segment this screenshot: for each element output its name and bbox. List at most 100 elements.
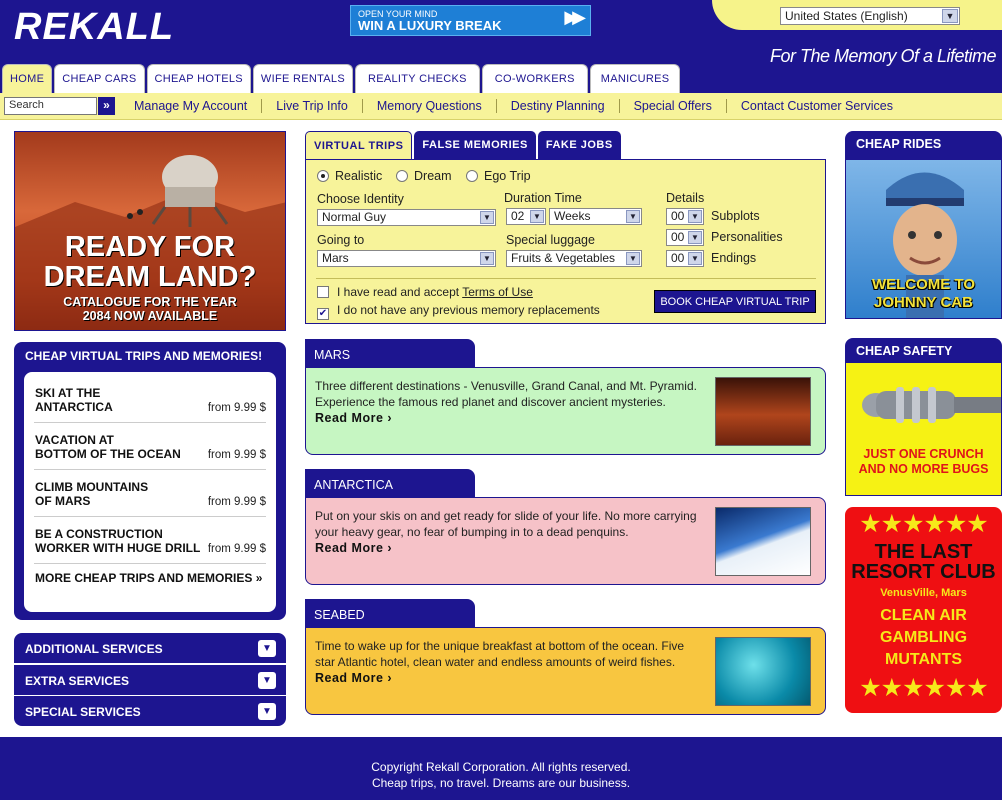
main-tabs: HOME CHEAP CARS CHEAP HOTELS WIFE RENTAL…	[2, 64, 681, 94]
search-input[interactable]: Search	[4, 97, 97, 115]
link-memory-questions[interactable]: Memory Questions	[361, 99, 496, 113]
cab-text-line1: WELCOME TO	[871, 276, 976, 293]
tab-false-memories[interactable]: FALSE MEMORIES	[414, 131, 536, 160]
resort-location: VenusVille, Mars	[880, 587, 967, 599]
resort-title-line2: RESORT CLUB	[851, 561, 996, 583]
mars-thumbnail-image[interactable]	[715, 377, 811, 446]
last-resort-club-ad[interactable]: ★★★★★★ THE LAST RESORT CLUB VenusVille, …	[845, 507, 1002, 713]
radio-ego-trip[interactable]: Ego Trip	[466, 169, 531, 183]
destination-tab-mars[interactable]: MARS	[305, 339, 475, 369]
tab-co-workers[interactable]: CO-WORKERS	[481, 64, 588, 93]
radio-dream[interactable]: Dream	[396, 169, 452, 183]
chevron-down-icon: ▼	[258, 672, 276, 689]
trip-price: from 9.99 $	[207, 402, 266, 414]
link-destiny-planning[interactable]: Destiny Planning	[495, 99, 619, 113]
choose-identity-label: Choose Identity	[317, 192, 404, 206]
destination-card-mars: Three different destinations - Venusvill…	[305, 367, 826, 455]
radio-realistic[interactable]: Realistic	[317, 169, 382, 183]
tab-manicures[interactable]: MANICURES	[589, 64, 681, 93]
johnny-cab-ad[interactable]: WELCOME TO JOHNNY CAB	[845, 159, 1002, 319]
terms-checkbox[interactable]: I have read and accept Terms of Use	[317, 285, 533, 299]
promo-banner[interactable]: OPEN YOUR MIND WIN A LUXURY BREAK ▶▶	[350, 5, 591, 36]
antarctica-thumbnail-image[interactable]	[715, 507, 811, 576]
luggage-select[interactable]: Fruits & Vegetables ▼	[506, 250, 642, 267]
extra-services-button[interactable]: EXTRA SERVICES ▼	[14, 665, 286, 695]
trip-price: from 9.99 $	[207, 543, 266, 555]
destination-tab-seabed[interactable]: SEABED	[305, 599, 475, 629]
radio-label: Ego Trip	[484, 169, 531, 183]
tab-fake-jobs[interactable]: FAKE JOBS	[537, 131, 621, 160]
no-previous-checkbox[interactable]: ✔ I do not have any previous memory repla…	[317, 303, 600, 320]
trip-list: SKI AT THE ANTARCTICA from 9.99 $ VACATIO…	[24, 372, 276, 612]
more-trips-label: MORE CHEAP TRIPS AND MEMORIES »	[35, 571, 263, 585]
special-services-button[interactable]: SPECIAL SERVICES ▼	[14, 696, 286, 726]
stars-row-top: ★★★★★★	[859, 510, 988, 538]
language-select[interactable]: United States (English) ▼	[780, 7, 960, 25]
duration-number-select[interactable]: 02 ▼	[506, 208, 546, 225]
going-to-label: Going to	[317, 233, 365, 247]
list-item[interactable]: CLIMB MOUNTAINS OF MARS from 9.99 $	[34, 470, 266, 517]
more-trips-link[interactable]: MORE CHEAP TRIPS AND MEMORIES »	[34, 564, 266, 611]
endings-value: 00	[671, 251, 685, 265]
trip-name-line2: BOTTOM OF THE OCEAN	[35, 447, 181, 461]
trip-price: from 9.99 $	[207, 449, 266, 461]
destination-select[interactable]: Mars ▼	[317, 250, 496, 267]
chevron-down-icon: ▼	[688, 210, 702, 223]
service-label: ADDITIONAL SERVICES	[25, 642, 163, 656]
duration-unit-value: Weeks	[554, 209, 591, 223]
tab-reality-checks[interactable]: REALITY CHECKS	[354, 64, 480, 93]
link-manage-account[interactable]: Manage My Account	[120, 99, 261, 113]
cheap-trips-panel: CHEAP VIRTUAL TRIPS AND MEMORIES! SKI AT…	[14, 342, 286, 620]
hero-banner[interactable]: READY FOR DREAM LAND? CATALOGUE FOR THE …	[14, 131, 286, 331]
list-item[interactable]: BE A CONSTRUCTION WORKER WITH HUGE DRILL …	[34, 517, 266, 564]
personalities-label: Personalities	[711, 230, 783, 244]
destination-tab-antarctica[interactable]: ANTARCTICA	[305, 469, 475, 499]
checkbox-checked-icon[interactable]: ✔	[317, 308, 329, 320]
endings-select[interactable]: 00 ▼	[666, 250, 704, 267]
stars-row-bottom: ★★★★★★	[859, 674, 988, 702]
cheap-safety-ad[interactable]: JUST ONE CRUNCH AND NO MORE BUGS	[845, 362, 1002, 496]
drill-device-image	[862, 387, 1001, 423]
link-contact-customer-services[interactable]: Contact Customer Services	[725, 99, 907, 113]
checkbox-box[interactable]	[317, 286, 329, 298]
tab-cheap-hotels[interactable]: CHEAP HOTELS	[146, 64, 251, 93]
logo[interactable]: REKALL	[14, 6, 174, 49]
cab-text-line2: JOHNNY CAB	[874, 294, 973, 311]
subplots-select[interactable]: 00 ▼	[666, 208, 704, 225]
link-live-trip-info[interactable]: Live Trip Info	[261, 99, 362, 113]
book-trip-button[interactable]: BOOK CHEAP VIRTUAL TRIP	[654, 290, 816, 313]
chevron-down-icon: ▼	[688, 231, 702, 244]
identity-select[interactable]: Normal Guy ▼	[317, 209, 496, 226]
resort-feature: CLEAN AIR	[880, 607, 967, 624]
resort-feature: GAMBLING	[879, 629, 968, 646]
luggage-label: Special luggage	[506, 233, 595, 247]
cheap-trips-heading: CHEAP VIRTUAL TRIPS AND MEMORIES!	[25, 349, 263, 363]
additional-services-button[interactable]: ADDITIONAL SERVICES ▼	[14, 633, 286, 663]
no-previous-text: I do not have any previous memory replac…	[337, 303, 600, 317]
trip-name-line1: VACATION AT	[35, 433, 114, 447]
tab-virtual-trips[interactable]: VIRTUAL TRIPS	[305, 131, 413, 160]
tab-wife-rentals[interactable]: WIFE RENTALS	[252, 64, 353, 93]
hero-subtitle-line2: 2084 NOW AVAILABLE	[82, 309, 218, 323]
divider	[316, 278, 816, 279]
list-item[interactable]: VACATION AT BOTTOM OF THE OCEAN from 9.99…	[34, 423, 266, 470]
duration-unit-select[interactable]: Weeks ▼	[549, 208, 642, 225]
resort-feature: MUTANTS	[884, 651, 963, 668]
personalities-select[interactable]: 00 ▼	[666, 229, 704, 246]
terms-link[interactable]: Terms of Use	[462, 285, 533, 299]
link-special-offers[interactable]: Special Offers	[618, 99, 726, 113]
chevron-down-icon: ▼	[626, 252, 640, 265]
safety-text-line2: AND NO MORE BUGS	[858, 462, 989, 476]
subplots-label: Subplots	[711, 209, 760, 223]
list-item[interactable]: SKI AT THE ANTARCTICA from 9.99 $	[34, 376, 266, 423]
terms-text: I have read and accept	[337, 285, 463, 299]
destination-description: Three different destinations - Venusvill…	[315, 379, 697, 409]
tab-home[interactable]: HOME	[2, 64, 53, 93]
tab-cheap-cars[interactable]: CHEAP CARS	[54, 64, 145, 93]
search-button[interactable]: »	[98, 97, 115, 115]
subnav-links: Manage My Account Live Trip Info Memory …	[120, 99, 907, 113]
subplots-value: 00	[671, 209, 685, 223]
service-label: EXTRA SERVICES	[25, 674, 130, 688]
resort-features: CLEAN AIR GAMBLING MUTANTS	[845, 605, 1002, 671]
seabed-thumbnail-image[interactable]	[715, 637, 811, 706]
